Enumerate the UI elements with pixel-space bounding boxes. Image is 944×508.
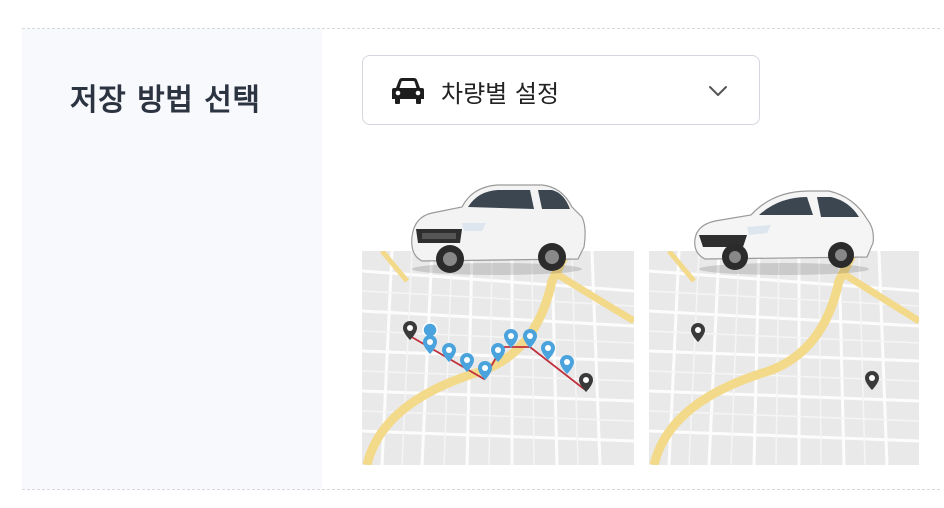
car-icon — [392, 78, 424, 104]
route-map-with-many-pins-icon — [362, 251, 634, 465]
storage-method-label: 저장 방법 선택 — [70, 83, 261, 118]
dropdown-selected-value: 차량별 설정 — [441, 80, 560, 108]
storage-method-dropdown[interactable]: 차량별 설정 — [362, 55, 760, 125]
vehicle-option-suv[interactable] — [362, 177, 634, 465]
suv-car-icon — [411, 184, 586, 275]
route-map-with-two-pins-icon — [649, 251, 919, 465]
vehicle-option-sedan[interactable] — [649, 177, 919, 465]
chevron-down-icon — [709, 86, 727, 96]
label-column: 저장 방법 선택 — [22, 29, 322, 489]
sedan-car-icon — [694, 190, 874, 275]
storage-method-section: 저장 방법 선택 차량별 설정 — [22, 28, 940, 490]
